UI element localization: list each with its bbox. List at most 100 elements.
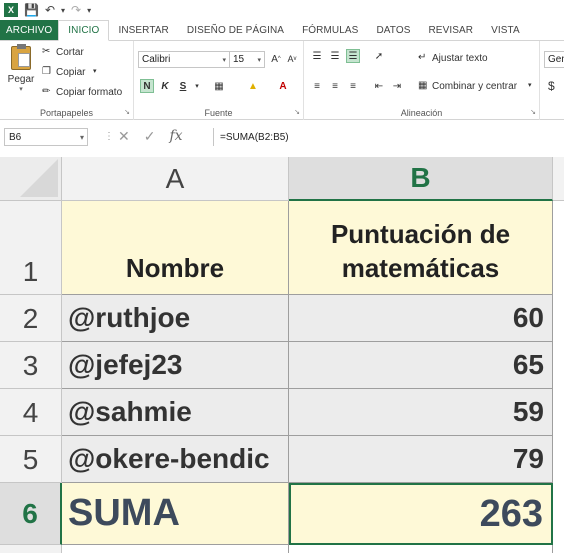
font-family-select[interactable]: Calibri ▾ — [138, 51, 230, 68]
merge-center-button[interactable]: Combinar y centrar — [432, 81, 517, 92]
cell-a1[interactable]: Nombre — [62, 201, 289, 295]
cell-b6[interactable]: 263 — [289, 483, 553, 545]
cell-b1[interactable]: Puntuación de matemáticas — [289, 201, 553, 295]
column-header-a[interactable]: A — [62, 157, 289, 201]
shrink-font-icon[interactable]: Av — [285, 52, 299, 66]
ribbon: Pegar ▾ ✂ Cortar ❐ Copiar ▾ ✏ Copiar for… — [0, 41, 564, 120]
spreadsheet-grid: A B 1 2 3 4 5 6 Nombre Puntuación de mat… — [0, 157, 564, 553]
align-bottom-icon[interactable]: ☰ — [346, 49, 360, 63]
chevron-down-icon[interactable]: ▾ — [190, 79, 204, 93]
tab-diseno-pagina[interactable]: DISEÑO DE PÁGINA — [178, 20, 293, 40]
chevron-down-icon: ▾ — [79, 132, 84, 142]
tab-inicio[interactable]: INICIO — [58, 20, 110, 41]
align-top-icon[interactable]: ☰ — [310, 49, 324, 63]
currency-button[interactable]: $ — [548, 79, 555, 93]
name-box[interactable]: B6 ▾ — [4, 128, 88, 146]
cell-b3[interactable]: 65 — [289, 342, 553, 389]
undo-icon[interactable]: ↶ — [45, 3, 55, 17]
clipboard-icon — [11, 44, 31, 70]
tab-revisar[interactable]: REVISAR — [419, 20, 482, 40]
font-family-value: Calibri — [142, 54, 171, 65]
align-left-icon[interactable]: ≡ — [310, 79, 324, 93]
cell-b5[interactable]: 79 — [289, 436, 553, 483]
number-group: Gen $ — [540, 41, 564, 120]
chevron-down-icon[interactable]: ▾ — [528, 81, 532, 89]
tab-insertar[interactable]: INSERTAR — [109, 20, 177, 40]
column-header-b[interactable]: B — [289, 157, 553, 201]
fill-color-icon[interactable]: ▲ — [246, 79, 260, 93]
formula-input[interactable]: =SUMA(B2:B5) — [213, 128, 564, 146]
orientation-icon[interactable]: ➚ — [372, 49, 386, 63]
tab-datos[interactable]: DATOS — [367, 20, 419, 40]
italic-button[interactable]: K — [158, 79, 172, 93]
ribbon-tabs: ARCHIVO INICIO INSERTAR DISEÑO DE PÁGINA… — [0, 20, 564, 41]
font-size-select[interactable]: 15 ▾ — [229, 51, 265, 68]
customize-qat-icon[interactable]: ▾ — [87, 6, 91, 15]
quick-access-toolbar: X 💾 ↶ ▾ ↷ ▾ — [0, 0, 564, 20]
insert-function-icon[interactable]: fx — [169, 128, 182, 145]
excel-logo-icon: X — [4, 3, 18, 17]
clipboard-group-label: Portapapeles — [39, 108, 94, 118]
cut-button[interactable]: Cortar — [56, 47, 84, 58]
font-size-value: 15 — [233, 54, 245, 65]
increase-indent-icon[interactable]: ⇥ — [390, 79, 404, 93]
row-header-1[interactable]: 1 — [0, 201, 62, 295]
paste-button[interactable]: Pegar ▾ — [6, 44, 36, 96]
cell-a2[interactable]: @ruthjoe — [62, 295, 289, 342]
column-header-c[interactable] — [553, 157, 564, 201]
cell-a6[interactable]: SUMA — [62, 483, 289, 545]
number-format-value: Gen — [548, 54, 564, 65]
formula-bar-grip-icon: ⋮ — [104, 131, 114, 142]
copy-icon: ❐ — [42, 66, 51, 77]
align-right-icon[interactable]: ≡ — [346, 79, 360, 93]
merge-center-icon: ▦ — [418, 80, 428, 91]
cell-b4[interactable]: 59 — [289, 389, 553, 436]
select-all-button[interactable] — [0, 157, 62, 201]
cell-b2[interactable]: 60 — [289, 295, 553, 342]
cell-a4[interactable]: @sahmie — [62, 389, 289, 436]
row-header-4[interactable]: 4 — [0, 389, 62, 436]
chevron-down-icon[interactable]: ▾ — [93, 67, 97, 75]
format-painter-button[interactable]: Copiar formato — [56, 87, 122, 98]
format-painter-icon: ✏ — [42, 86, 51, 97]
row-header-3[interactable]: 3 — [0, 342, 62, 389]
font-group-label: Fuente — [204, 108, 233, 118]
chevron-down-icon: ▾ — [19, 86, 23, 93]
cell-a3[interactable]: @jefej23 — [62, 342, 289, 389]
align-center-icon[interactable]: ≡ — [328, 79, 342, 93]
cancel-icon[interactable]: ✕ — [118, 128, 130, 145]
row-header-2[interactable]: 2 — [0, 295, 62, 342]
wrap-text-button[interactable]: Ajustar texto — [432, 53, 488, 64]
grow-font-icon[interactable]: A ^ — [269, 52, 283, 66]
row-header-5[interactable]: 5 — [0, 436, 62, 483]
cell-a5[interactable]: @okere-bendic — [62, 436, 289, 483]
tab-vista[interactable]: VISTA — [482, 20, 529, 40]
bold-button[interactable]: N — [140, 79, 154, 93]
borders-icon[interactable]: ▦ — [212, 79, 226, 93]
save-icon[interactable]: 💾 — [24, 3, 39, 17]
decrease-indent-icon[interactable]: ⇤ — [372, 79, 386, 93]
tab-archivo[interactable]: ARCHIVO — [0, 20, 59, 40]
align-middle-icon[interactable]: ☰ — [328, 49, 342, 63]
tab-formulas[interactable]: FÓRMULAS — [293, 20, 367, 40]
alignment-group-label: Alineación — [400, 108, 443, 118]
dialog-launcher-icon[interactable]: ↘ — [530, 108, 536, 116]
font-group: Calibri ▾ 15 ▾ A ^ Av N K S ▾ ▦ ▲ A Fuent… — [134, 41, 304, 120]
number-format-select[interactable]: Gen — [544, 51, 564, 68]
row-header-7[interactable] — [0, 545, 62, 553]
row-header-6[interactable]: 6 — [0, 483, 62, 545]
cell-a7[interactable] — [62, 545, 289, 553]
wrap-text-icon: ↵ — [418, 52, 427, 63]
dialog-launcher-icon[interactable]: ↘ — [294, 108, 300, 116]
cell-b7[interactable] — [289, 545, 553, 553]
chevron-down-icon[interactable]: ▾ — [61, 6, 65, 15]
enter-icon[interactable]: ✓ — [144, 128, 156, 145]
alignment-group: ☰ ☰ ☰ ➚ ≡ ≡ ≡ ⇤ ⇥ ↵ Ajustar texto ▦ Comb… — [304, 41, 540, 120]
dialog-launcher-icon[interactable]: ↘ — [124, 108, 130, 116]
formula-bar: B6 ▾ ⋮ ✕ ✓ fx =SUMA(B2:B5) — [0, 125, 564, 149]
underline-button[interactable]: S — [176, 79, 190, 93]
font-color-icon[interactable]: A — [276, 79, 290, 93]
copy-button[interactable]: Copiar — [56, 67, 85, 78]
chevron-down-icon: ▾ — [222, 56, 226, 64]
redo-icon[interactable]: ↷ — [71, 3, 81, 17]
